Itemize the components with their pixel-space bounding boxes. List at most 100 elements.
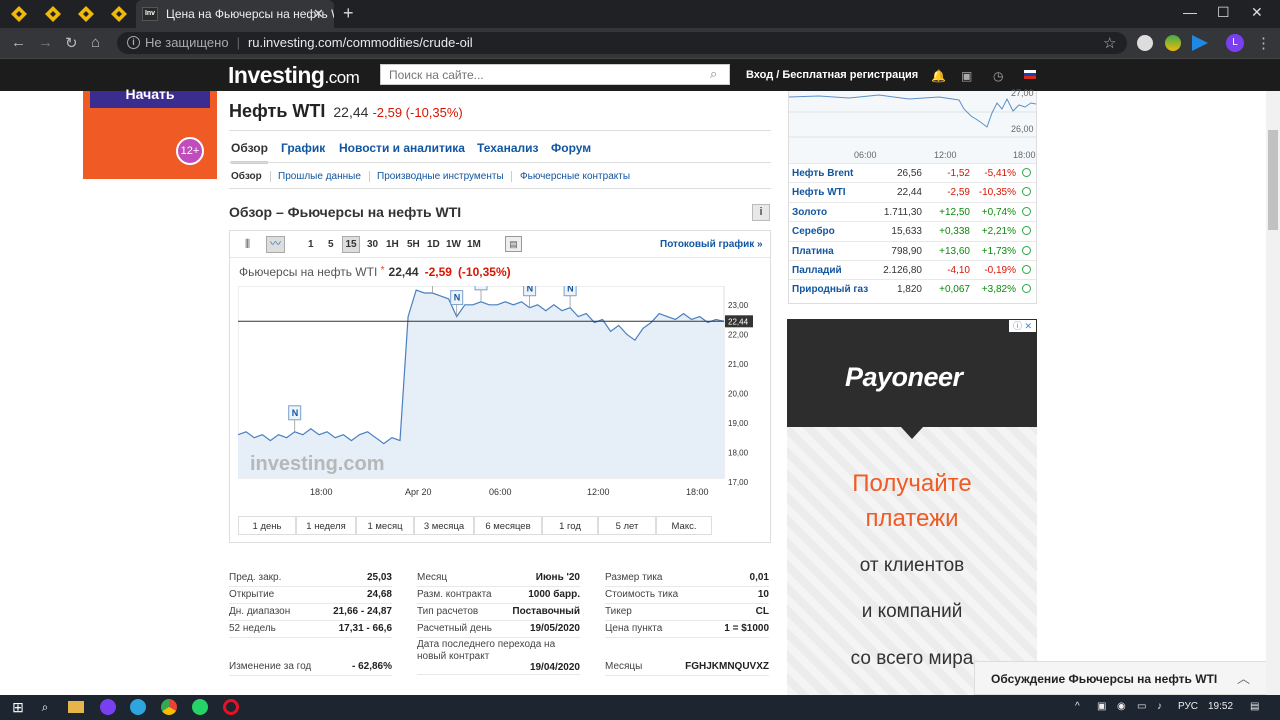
range-1week[interactable]: 1 неделя bbox=[296, 516, 356, 535]
tab-overview[interactable]: Обзор bbox=[231, 141, 268, 164]
interval-1d[interactable]: 1D bbox=[427, 239, 440, 250]
calendar-icon[interactable]: ▤ bbox=[505, 236, 522, 252]
range-3months[interactable]: 3 месяца bbox=[414, 516, 474, 535]
maximize-icon[interactable]: ☐ bbox=[1217, 4, 1230, 21]
stat-row: Расчетный день 19/05/2020 bbox=[417, 621, 580, 638]
area-chart-icon[interactable]: 〰 bbox=[266, 236, 285, 253]
new-tab-icon[interactable]: + bbox=[343, 3, 354, 24]
browser-menu-icon[interactable]: ⋮ bbox=[1256, 34, 1271, 52]
stat-row: Тикер CL bbox=[605, 604, 769, 621]
tray-app-icon[interactable]: ▣ bbox=[1097, 701, 1106, 712]
range-5years[interactable]: 5 лет bbox=[598, 516, 656, 535]
tab-technical[interactable]: Теханализ bbox=[477, 141, 538, 155]
range-max[interactable]: Макс. bbox=[656, 516, 712, 535]
quote-row[interactable]: Нефть WTI 22,44 -2,59 -10,35% bbox=[789, 182, 1036, 201]
stat-value: 1000 барр. bbox=[528, 589, 580, 600]
interval-1m[interactable]: 1 bbox=[308, 239, 314, 250]
search-icon[interactable]: ⌕ bbox=[37, 699, 53, 715]
active-browser-tab[interactable]: Цена на Фьючерсы на нефть WTI bbox=[136, 0, 334, 28]
extension-icon[interactable] bbox=[1137, 35, 1153, 51]
site-info-icon[interactable]: i bbox=[127, 36, 140, 49]
scrollbar-thumb[interactable] bbox=[1268, 130, 1278, 230]
russia-flag-icon[interactable] bbox=[1024, 70, 1036, 79]
interval-15m[interactable]: 15 bbox=[342, 236, 360, 253]
quote-name[interactable]: Золото bbox=[792, 207, 827, 218]
search-icon[interactable]: ⌕ bbox=[710, 66, 717, 82]
range-6months[interactable]: 6 месяцев bbox=[474, 516, 542, 535]
tray-arrow-icon[interactable]: ^ bbox=[1075, 701, 1080, 712]
clock-icon[interactable]: ◷ bbox=[993, 69, 1003, 83]
battery-icon[interactable]: ▭ bbox=[1137, 701, 1146, 712]
interval-1h[interactable]: 1H bbox=[386, 239, 399, 250]
pinned-tab-binance-icon[interactable] bbox=[110, 5, 128, 23]
bell-icon[interactable]: 🔔 bbox=[931, 69, 946, 83]
notifications-icon[interactable]: ▤ bbox=[1250, 701, 1259, 712]
quote-row[interactable]: Серебро 15,633 +0,338 +2,21% bbox=[789, 221, 1036, 240]
quote-row[interactable]: Платина 798,90 +13,60 +1,73% bbox=[789, 240, 1036, 260]
subtab-overview[interactable]: Обзор bbox=[231, 171, 262, 182]
pinned-tab-binance-icon[interactable] bbox=[44, 5, 62, 23]
range-1year[interactable]: 1 год bbox=[542, 516, 598, 535]
ad-start-button[interactable]: Начать bbox=[90, 87, 210, 108]
price-chart[interactable]: 23,00 22,00 21,00 20,00 19,00 18,00 17,00 22,44… bbox=[238, 286, 754, 486]
extension-icon[interactable] bbox=[1165, 35, 1181, 51]
clock[interactable]: 19:52 bbox=[1208, 701, 1233, 712]
forward-icon[interactable]: → bbox=[38, 34, 53, 51]
chevron-up-icon[interactable]: ︿ bbox=[1237, 668, 1250, 687]
quote-row[interactable]: Нефть Brent 26,56 -1,52 -5,41% bbox=[789, 163, 1036, 182]
windows-start-icon[interactable]: ⊞ bbox=[10, 699, 26, 715]
quote-row[interactable]: Природный газ 1,820 +0,067 +3,82% bbox=[789, 279, 1036, 298]
file-explorer-icon[interactable] bbox=[68, 701, 84, 713]
pinned-tab-binance-icon[interactable] bbox=[77, 5, 95, 23]
volume-icon[interactable]: ♪ bbox=[1157, 701, 1162, 712]
chrome-icon[interactable] bbox=[161, 699, 177, 715]
reload-icon[interactable]: ↻ bbox=[65, 34, 78, 52]
interval-5m[interactable]: 5 bbox=[328, 239, 334, 250]
pinned-tab-binance-icon[interactable] bbox=[10, 5, 28, 23]
quote-name[interactable]: Серебро bbox=[792, 226, 835, 237]
profile-avatar[interactable]: L bbox=[1226, 34, 1244, 52]
info-icon[interactable]: i bbox=[752, 204, 770, 221]
bookmark-star-icon[interactable]: ☆ bbox=[1103, 34, 1116, 52]
language-indicator[interactable]: РУС bbox=[1178, 701, 1198, 712]
tab-forum[interactable]: Форум bbox=[551, 141, 591, 155]
tab-close-icon[interactable]: ✕ bbox=[313, 6, 324, 22]
address-bar[interactable]: Не защищено | ru.investing.com/commodities… bbox=[117, 32, 1127, 54]
left-advertisement[interactable]: Начать 12+ bbox=[83, 87, 217, 179]
quote-row[interactable]: Золото 1.711,30 +12,50 +0,74% bbox=[789, 201, 1036, 221]
whatsapp-icon[interactable] bbox=[192, 699, 208, 715]
login-register-link[interactable]: Вход / Бесплатная регистрация bbox=[746, 69, 918, 81]
telegram-icon[interactable] bbox=[130, 699, 146, 715]
interval-5h[interactable]: 5H bbox=[407, 239, 420, 250]
discussion-bar[interactable]: Обсуждение Фьючерсы на нефть WTI bbox=[974, 661, 1270, 695]
quote-name[interactable]: Природный газ bbox=[792, 284, 868, 295]
tray-app-icon[interactable]: ◉ bbox=[1117, 701, 1126, 712]
range-1day[interactable]: 1 день bbox=[238, 516, 296, 535]
minimize-icon[interactable]: — bbox=[1183, 4, 1197, 20]
site-search-input[interactable] bbox=[380, 64, 730, 85]
opera-icon[interactable] bbox=[223, 699, 239, 715]
quote-name[interactable]: Нефть Brent bbox=[792, 168, 853, 179]
quote-name[interactable]: Палладий bbox=[792, 265, 842, 276]
subtab-derivatives[interactable]: Производные инструменты bbox=[377, 171, 504, 182]
ad-close-icon[interactable]: ⓘ ✕ bbox=[1009, 320, 1036, 332]
interval-30m[interactable]: 30 bbox=[367, 239, 378, 250]
subtab-futures-contracts[interactable]: Фьючерсные контракты bbox=[520, 171, 630, 182]
subtab-historical[interactable]: Прошлые данные bbox=[278, 171, 361, 182]
tab-chart[interactable]: График bbox=[281, 141, 325, 155]
range-1month[interactable]: 1 месяц bbox=[356, 516, 414, 535]
quote-row[interactable]: Палладий 2.126,80 -4,10 -0,19% bbox=[789, 260, 1036, 279]
home-icon[interactable]: ⌂ bbox=[91, 34, 100, 51]
site-logo[interactable]: Investing.com bbox=[228, 62, 360, 89]
interval-1mo[interactable]: 1M bbox=[467, 239, 481, 250]
close-window-icon[interactable]: ✕ bbox=[1251, 4, 1263, 21]
back-icon[interactable]: ← bbox=[11, 34, 26, 51]
tab-news-analytics[interactable]: Новости и аналитика bbox=[339, 141, 465, 155]
candlestick-icon[interactable]: ⫴ bbox=[245, 237, 250, 252]
streaming-chart-link[interactable]: Потоковый график » bbox=[660, 239, 763, 250]
portfolio-icon[interactable]: ▣ bbox=[961, 69, 972, 83]
interval-1w[interactable]: 1W bbox=[446, 239, 461, 250]
quote-name[interactable]: Нефть WTI bbox=[792, 187, 846, 198]
viber-icon[interactable] bbox=[100, 699, 116, 715]
quote-name[interactable]: Платина bbox=[792, 246, 834, 257]
